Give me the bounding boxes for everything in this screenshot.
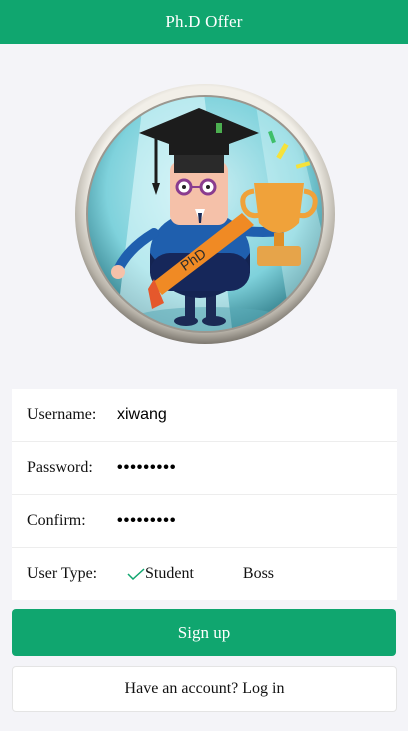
signup-button[interactable]: Sign up (12, 609, 396, 656)
avatar: PhD (74, 83, 336, 345)
username-row: Username: xiwang (12, 389, 397, 442)
username-label: Username: (27, 406, 97, 423)
confirm-password-input[interactable]: ••••••••• (117, 512, 176, 530)
confirm-label: Confirm: (27, 512, 86, 529)
login-link-label: Have an account? Log in (124, 680, 285, 697)
phd-graduate-avatar-icon: PhD (75, 84, 335, 344)
user-type-radio-group: Student Boss (127, 565, 274, 583)
radio-student[interactable]: Student (127, 565, 194, 583)
user-type-label: User Type: (27, 565, 98, 582)
radio-boss[interactable]: Boss (243, 565, 274, 583)
user-type-row: User Type: Student Boss (12, 548, 397, 600)
password-label: Password: (27, 459, 93, 476)
password-row: Password: ••••••••• (12, 442, 397, 495)
top-bar: Ph.D Offer (0, 0, 408, 44)
confirm-row: Confirm: ••••••••• (12, 495, 397, 548)
page-title: Ph.D Offer (165, 12, 243, 31)
login-link-button[interactable]: Have an account? Log in (12, 666, 397, 712)
checkmark-icon (127, 568, 145, 580)
username-input[interactable]: xiwang (117, 406, 167, 424)
signup-button-label: Sign up (177, 622, 231, 642)
password-input[interactable]: ••••••••• (117, 459, 176, 477)
signup-form: Username: xiwang Password: ••••••••• Con… (12, 389, 397, 600)
radio-boss-label: Boss (242, 565, 275, 582)
radio-student-label: Student (145, 565, 194, 582)
